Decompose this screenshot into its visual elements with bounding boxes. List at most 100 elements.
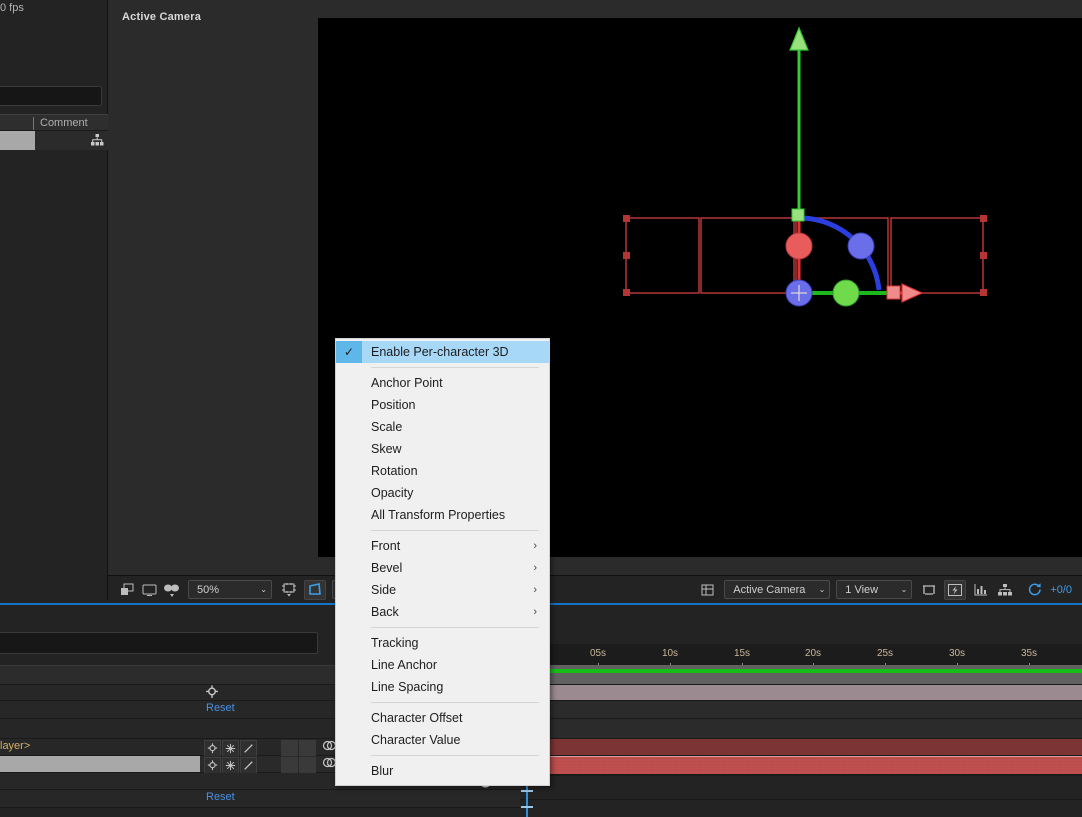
switch-blank-cell[interactable] bbox=[281, 756, 298, 774]
3d-glasses-icon[interactable] bbox=[160, 580, 182, 600]
adjustment-layer-icon[interactable] bbox=[240, 739, 257, 757]
menu-item-front[interactable]: Front › bbox=[336, 535, 549, 557]
menu-item-anchor-point[interactable]: Anchor Point bbox=[336, 372, 549, 394]
timeline-graph-area[interactable] bbox=[520, 605, 1082, 817]
menu-item-label: Position bbox=[371, 398, 416, 412]
menu-item-label: Character Value bbox=[371, 733, 461, 747]
project-panel-footer bbox=[0, 131, 108, 150]
camera-view-select[interactable]: Active Camera ⌄ bbox=[724, 580, 831, 599]
fast-previews-icon[interactable] bbox=[944, 579, 967, 600]
x-rotation-handle-square bbox=[886, 285, 901, 300]
timeline-row-reset-2[interactable]: Reset bbox=[0, 790, 520, 808]
chevron-down-icon: ⌄ bbox=[260, 585, 267, 594]
menu-item-label: Front bbox=[371, 539, 401, 553]
adjustment-layer-icon[interactable] bbox=[240, 756, 257, 774]
menu-item-enable-per-character-3d[interactable]: ✓ Enable Per-character 3D bbox=[336, 341, 549, 363]
chevron-right-icon: › bbox=[533, 606, 537, 618]
timeline-search-input[interactable] bbox=[0, 632, 318, 654]
hierarchy-icon[interactable] bbox=[90, 133, 104, 147]
project-fps-label: 0 fps bbox=[0, 2, 24, 14]
comp-flowchart-icon[interactable] bbox=[994, 580, 1016, 600]
y-rotation-knob bbox=[832, 279, 860, 307]
check-icon: ✓ bbox=[336, 341, 362, 363]
anchor-point-icon[interactable] bbox=[204, 756, 221, 774]
layer-bar-grey[interactable] bbox=[520, 665, 1082, 685]
menu-item-opacity[interactable]: Opacity bbox=[336, 482, 549, 504]
exposure-value-label[interactable]: +0/0 bbox=[1050, 584, 1072, 596]
layer-bar-dark-2[interactable] bbox=[520, 719, 1082, 739]
timeline-empty-area[interactable] bbox=[520, 775, 1082, 817]
menu-separator bbox=[371, 530, 539, 531]
menu-item-label: Line Anchor bbox=[371, 658, 438, 672]
project-column-header: Comment bbox=[0, 114, 108, 131]
menu-item-bevel[interactable]: Bevel › bbox=[336, 557, 549, 579]
comment-column-label: Comment bbox=[40, 117, 88, 129]
motion-blur-icon[interactable] bbox=[222, 739, 239, 757]
reset-exposure-icon[interactable] bbox=[1024, 580, 1046, 600]
chevron-right-icon: › bbox=[533, 540, 537, 552]
menu-item-blur[interactable]: Blur bbox=[336, 760, 549, 782]
composition-viewer-panel: Active Camera bbox=[108, 0, 1082, 575]
menu-separator bbox=[371, 367, 539, 368]
y-rotation-handle-square bbox=[791, 208, 805, 222]
menu-item-label: Bevel bbox=[371, 561, 403, 575]
selected-layer-highlight[interactable] bbox=[0, 756, 200, 772]
menu-separator bbox=[371, 755, 539, 756]
viewer-toolbar: 50% ⌄ 0:00:00 Active Camera ⌄ 1 View ⌄ bbox=[108, 575, 1082, 603]
playhead-marker bbox=[521, 790, 533, 792]
project-panel: / 0 fps Comment bbox=[0, 0, 108, 600]
menu-item-rotation[interactable]: Rotation bbox=[336, 460, 549, 482]
layer-bar-dark-1[interactable] bbox=[520, 701, 1082, 719]
views-layout-select[interactable]: 1 View ⌄ bbox=[836, 580, 913, 599]
reset-link[interactable]: Reset bbox=[206, 702, 235, 714]
after-effects-window: / 0 fps Comment Active Camera bbox=[0, 0, 1082, 817]
menu-item-label: Back bbox=[371, 605, 399, 619]
menu-separator bbox=[371, 627, 539, 628]
timeline-graph-icon[interactable] bbox=[970, 580, 992, 600]
menu-item-label: Scale bbox=[371, 420, 403, 434]
anchor-point-icon[interactable] bbox=[204, 739, 221, 757]
switch-blank-cell[interactable] bbox=[299, 756, 316, 774]
menu-item-skew[interactable]: Skew bbox=[336, 438, 549, 460]
menu-item-character-offset[interactable]: Character Offset bbox=[336, 707, 549, 729]
menu-item-label: Skew bbox=[371, 442, 402, 456]
menu-item-label: Side bbox=[371, 583, 397, 597]
playhead-marker bbox=[521, 806, 533, 808]
per-character-3d-context-menu[interactable]: ✓ Enable Per-character 3D Anchor Point P… bbox=[335, 338, 550, 786]
chevron-right-icon: › bbox=[533, 562, 537, 574]
x-rotation-knob bbox=[785, 232, 813, 260]
menu-item-line-anchor[interactable]: Line Anchor bbox=[336, 654, 549, 676]
menu-item-tracking[interactable]: Tracking bbox=[336, 632, 549, 654]
grid-and-guide-options-icon[interactable] bbox=[696, 580, 718, 600]
camera-view-value: Active Camera bbox=[733, 583, 806, 596]
toggle-transparency-grid-icon[interactable] bbox=[116, 580, 138, 600]
menu-item-label: Opacity bbox=[371, 486, 414, 500]
pixel-aspect-ratio-correction-icon[interactable] bbox=[918, 580, 940, 600]
motion-blur-icon[interactable] bbox=[222, 756, 239, 774]
menu-item-label: Enable Per-character 3D bbox=[371, 345, 509, 359]
reset-link[interactable]: Reset bbox=[206, 791, 235, 803]
mask-shape-path-icon[interactable] bbox=[304, 579, 326, 600]
region-of-interest-icon[interactable] bbox=[278, 580, 300, 600]
switch-blank-cell[interactable] bbox=[281, 739, 298, 757]
layer-bar-green-line[interactable] bbox=[520, 669, 1082, 673]
menu-item-scale[interactable]: Scale bbox=[336, 416, 549, 438]
layer-bar-darkred[interactable] bbox=[520, 739, 1082, 756]
menu-item-side[interactable]: Side › bbox=[336, 579, 549, 601]
main-viewer-icon[interactable] bbox=[138, 580, 160, 600]
menu-item-label: Anchor Point bbox=[371, 376, 443, 390]
menu-separator bbox=[371, 702, 539, 703]
menu-item-position[interactable]: Position bbox=[336, 394, 549, 416]
layer-bar-red-noise[interactable] bbox=[520, 756, 1082, 775]
project-search-input[interactable] bbox=[0, 86, 102, 106]
menu-item-label: Line Spacing bbox=[371, 680, 444, 694]
menu-item-line-spacing[interactable]: Line Spacing bbox=[336, 676, 549, 698]
color-swatch bbox=[0, 131, 35, 150]
zoom-level-select[interactable]: 50% ⌄ bbox=[188, 580, 272, 599]
switch-blank-cell[interactable] bbox=[299, 739, 316, 757]
menu-item-character-value[interactable]: Character Value bbox=[336, 729, 549, 751]
menu-item-back[interactable]: Back › bbox=[336, 601, 549, 623]
menu-item-label: Rotation bbox=[371, 464, 418, 478]
layer-bar-mauve[interactable] bbox=[520, 685, 1082, 701]
menu-item-all-transform-properties[interactable]: All Transform Properties bbox=[336, 504, 549, 526]
